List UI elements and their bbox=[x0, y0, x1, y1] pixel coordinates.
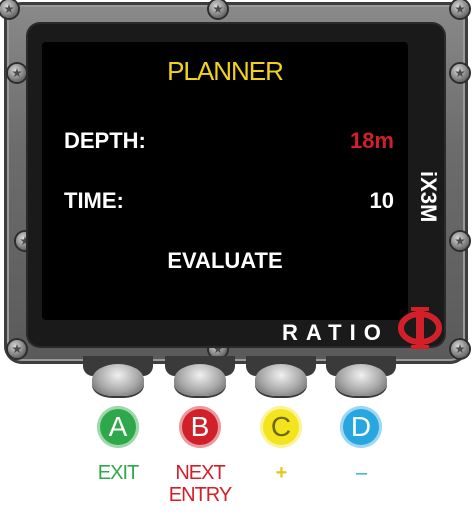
display-screen: PLANNER DEPTH: 18m TIME: 10 EVALUATE bbox=[42, 42, 408, 320]
button-b-knob[interactable] bbox=[174, 364, 226, 396]
planner-title: PLANNER bbox=[167, 56, 284, 86]
depth-label: DEPTH: bbox=[64, 128, 146, 153]
button-c-badge: C bbox=[260, 406, 302, 448]
button-d-action: – bbox=[355, 462, 367, 484]
model-name: iX3M bbox=[416, 171, 441, 223]
button-d-badge: D bbox=[340, 406, 382, 448]
screw-mid-left-upper bbox=[8, 64, 26, 82]
screw-top-left bbox=[0, 0, 18, 18]
screw-top-center bbox=[209, 0, 227, 18]
button-d-knob[interactable] bbox=[335, 364, 387, 396]
time-label: TIME: bbox=[64, 188, 124, 213]
screw-top-right bbox=[451, 0, 469, 18]
time-value[interactable]: 10 bbox=[370, 188, 394, 214]
button-c-knob[interactable] bbox=[255, 364, 307, 396]
screw-bottom-right bbox=[451, 340, 469, 358]
evaluate-option[interactable]: EVALUATE bbox=[42, 248, 408, 274]
dive-computer: PLANNER DEPTH: 18m TIME: 10 EVALUATE iX3… bbox=[0, 0, 469, 364]
screw-bottom-left bbox=[8, 340, 26, 358]
ratio-phi-logo-icon bbox=[398, 307, 442, 349]
screw-mid-right-lower bbox=[451, 232, 469, 250]
screw-mid-right-upper bbox=[451, 64, 469, 82]
button-b-badge: B bbox=[179, 406, 221, 448]
button-a-knob[interactable] bbox=[92, 364, 144, 396]
button-a-badge: A bbox=[97, 406, 139, 448]
button-c-action: + bbox=[275, 462, 288, 484]
button-b-action: NEXT ENTRY bbox=[168, 462, 232, 506]
brand-name: RATIO bbox=[282, 320, 389, 345]
depth-value[interactable]: 18m bbox=[350, 128, 394, 154]
button-a-action: EXIT bbox=[97, 462, 139, 484]
